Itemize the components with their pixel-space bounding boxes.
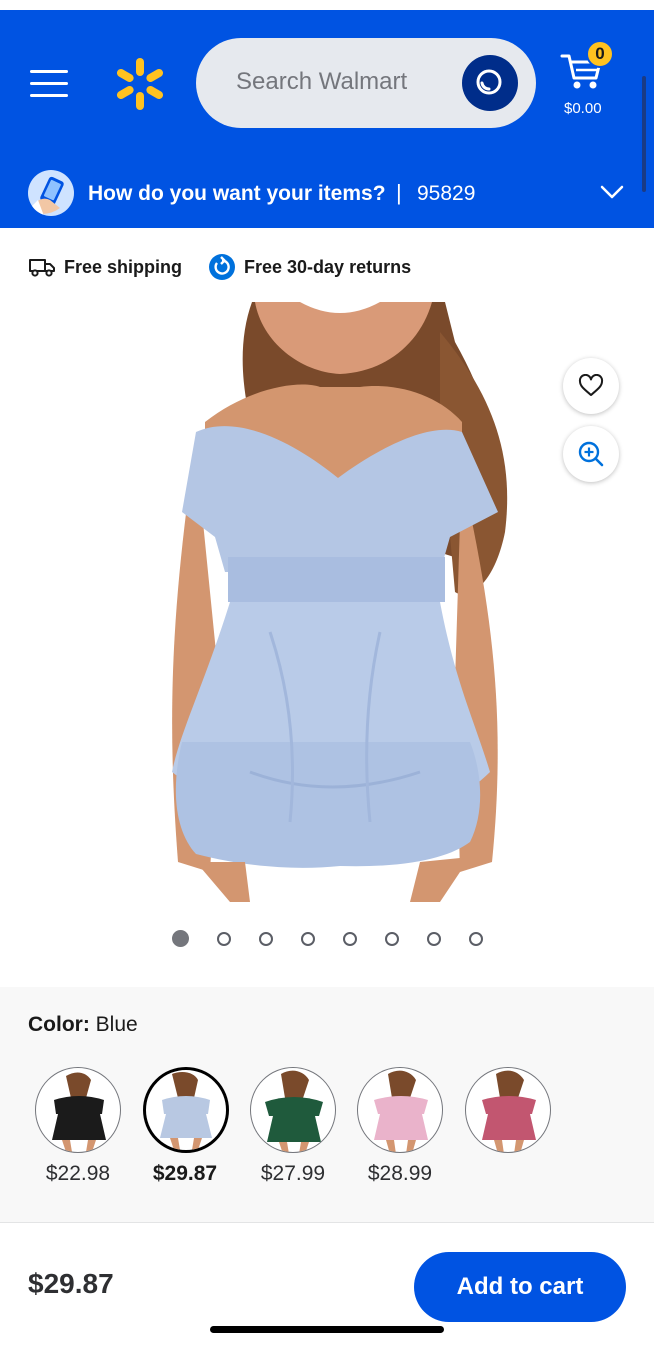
- delivery-prompt: How do you want your items?: [88, 182, 386, 205]
- gallery-dot[interactable]: [385, 931, 399, 946]
- gallery-dot[interactable]: [172, 930, 189, 947]
- gallery-dot[interactable]: [469, 931, 483, 946]
- shipping-badges: Free shipping Free 30-day returns: [28, 252, 437, 282]
- chevron-down-icon: [600, 185, 624, 199]
- product-image: [172, 302, 508, 902]
- favorite-button[interactable]: [563, 358, 619, 414]
- swatch-price: $28.99: [367, 1162, 433, 1185]
- product-image-gallery[interactable]: [0, 302, 654, 902]
- gallery-dot[interactable]: [427, 931, 441, 946]
- color-label-key: Color:: [28, 1013, 90, 1036]
- heart-icon: [578, 374, 604, 396]
- gallery-dot[interactable]: [343, 931, 357, 946]
- swatch-price: $22.98: [45, 1162, 111, 1185]
- cart-total: $0.00: [564, 100, 602, 117]
- swatch-image: [160, 1072, 212, 1150]
- add-to-cart-button[interactable]: Add to cart: [414, 1252, 626, 1322]
- current-price: $29.87: [28, 1268, 114, 1299]
- search-button[interactable]: [462, 55, 518, 111]
- cart-count-badge: 0: [586, 40, 614, 68]
- color-label: Color: Blue: [28, 1013, 138, 1037]
- gallery-dot[interactable]: [259, 931, 273, 946]
- delivery-separator: |: [396, 180, 402, 205]
- swatch-image: [374, 1070, 428, 1152]
- zoom-button[interactable]: [563, 426, 619, 482]
- free-returns-badge: Free 30-day returns: [208, 253, 411, 281]
- color-swatch-green[interactable]: [250, 1067, 336, 1153]
- walmart-spark-logo[interactable]: [112, 56, 168, 112]
- swatch-image: [52, 1072, 106, 1152]
- search-icon: [476, 69, 502, 95]
- free-shipping-badge: Free shipping: [28, 256, 182, 278]
- free-returns-label: Free 30-day returns: [244, 256, 412, 277]
- gallery-dot[interactable]: [217, 931, 231, 946]
- swatch-price: $29.87: [152, 1162, 218, 1185]
- color-swatch-rose[interactable]: [465, 1067, 551, 1153]
- menu-button[interactable]: [28, 68, 70, 100]
- color-swatch-blue[interactable]: [143, 1067, 229, 1153]
- selected-color: Blue: [95, 1013, 138, 1036]
- home-indicator[interactable]: [210, 1326, 444, 1333]
- swatch-image: [482, 1070, 536, 1152]
- truck-icon: [29, 259, 55, 277]
- delivery-selector[interactable]: How do you want your items? | 95829: [0, 160, 654, 228]
- color-variant-section: Color: Blue $22.98 $29.87 $27.99 $28.99: [0, 987, 654, 1223]
- gallery-pagination: [172, 930, 511, 947]
- search-bar: [196, 38, 536, 128]
- swatch-image: [265, 1070, 323, 1152]
- gallery-dot[interactable]: [301, 931, 315, 946]
- phone-in-hand-icon: [28, 170, 74, 216]
- zoom-in-icon: [578, 441, 604, 467]
- color-swatch-black[interactable]: [35, 1067, 121, 1153]
- status-bar-strip: [0, 0, 654, 10]
- free-shipping-label: Free shipping: [64, 256, 183, 277]
- returns-icon: [209, 254, 236, 280]
- color-swatch-pink[interactable]: [357, 1067, 443, 1153]
- search-input[interactable]: [236, 60, 456, 104]
- swatch-price: $27.99: [260, 1162, 326, 1185]
- cart-button[interactable]: 0 $0.00: [556, 40, 626, 120]
- delivery-zip: 95829: [417, 182, 476, 205]
